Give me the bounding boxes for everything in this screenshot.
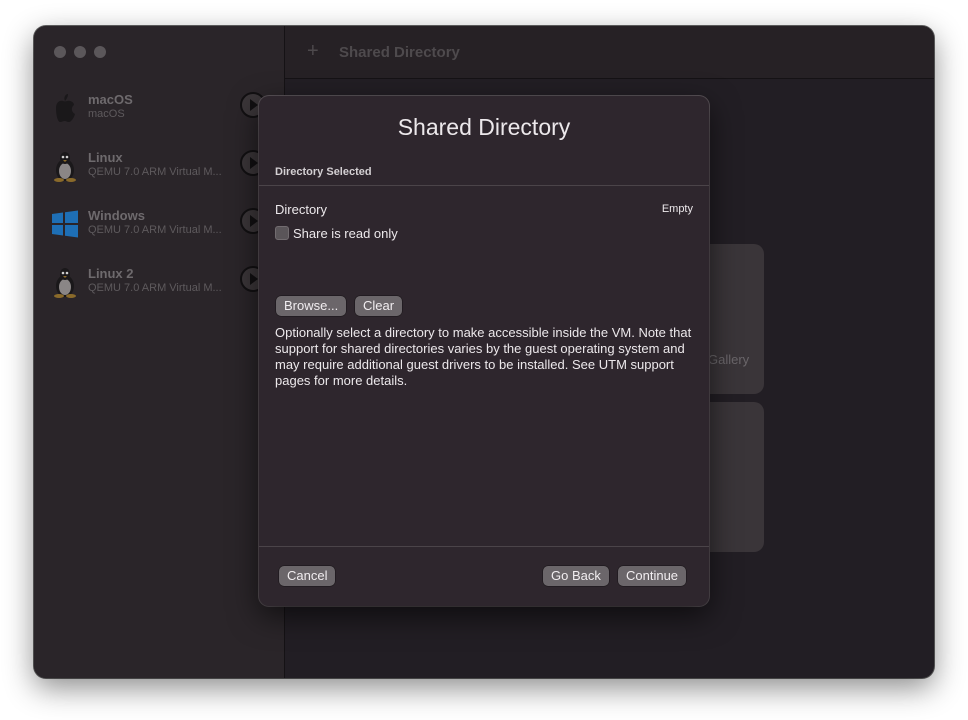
content-toolbar: + Shared Directory: [285, 26, 934, 79]
zoom-window-button[interactable]: [94, 46, 106, 58]
sidebar: macOS macOS Linux QEMU 7.0 ARM Virtual M…: [34, 26, 285, 678]
vm-title: Windows: [88, 208, 145, 223]
close-window-button[interactable]: [54, 46, 66, 58]
vm-title: Linux: [88, 150, 123, 165]
divider: [259, 546, 709, 547]
vm-subtitle: QEMU 7.0 ARM Virtual M...: [88, 224, 222, 236]
clear-button[interactable]: Clear: [355, 296, 403, 316]
vm-subtitle: macOS: [88, 108, 125, 120]
section-header: Directory Selected: [275, 166, 372, 178]
tux-icon: [54, 152, 76, 182]
cancel-button[interactable]: Cancel: [279, 566, 336, 586]
add-icon[interactable]: +: [307, 40, 319, 63]
windows-icon: [52, 210, 78, 238]
directory-label: Directory: [275, 202, 328, 217]
vm-subtitle: QEMU 7.0 ARM Virtual M...: [88, 166, 222, 178]
window-controls: [54, 46, 106, 58]
apple-icon: [56, 94, 75, 122]
directory-value: Empty: [661, 203, 693, 215]
sidebar-item-linux-2[interactable]: Linux 2 QEMU 7.0 ARM Virtual M...: [50, 266, 280, 306]
description-text: Optionally select a directory to make ac…: [275, 325, 692, 388]
minimize-window-button[interactable]: [74, 46, 86, 58]
sidebar-item-macos[interactable]: macOS macOS: [50, 92, 280, 132]
tux-icon: [54, 268, 76, 298]
vm-subtitle: QEMU 7.0 ARM Virtual M...: [88, 282, 222, 294]
readonly-label[interactable]: Share is read only: [293, 226, 398, 241]
divider: [259, 185, 709, 186]
browse-button[interactable]: Browse...: [276, 296, 347, 316]
continue-button[interactable]: Continue: [618, 566, 687, 586]
shared-directory-dialog: Shared Directory Directory Selected Dire…: [259, 96, 709, 606]
go-back-button[interactable]: Go Back: [543, 566, 609, 586]
sidebar-item-windows[interactable]: Windows QEMU 7.0 ARM Virtual M...: [50, 208, 280, 248]
background-card-label: Gallery: [708, 352, 750, 367]
vm-title: macOS: [88, 92, 133, 107]
sidebar-item-linux[interactable]: Linux QEMU 7.0 ARM Virtual M...: [50, 150, 280, 190]
dialog-title: Shared Directory: [397, 114, 571, 140]
toolbar-title: Shared Directory: [339, 44, 460, 61]
vm-title: Linux 2: [88, 266, 134, 281]
readonly-checkbox[interactable]: [275, 226, 289, 240]
